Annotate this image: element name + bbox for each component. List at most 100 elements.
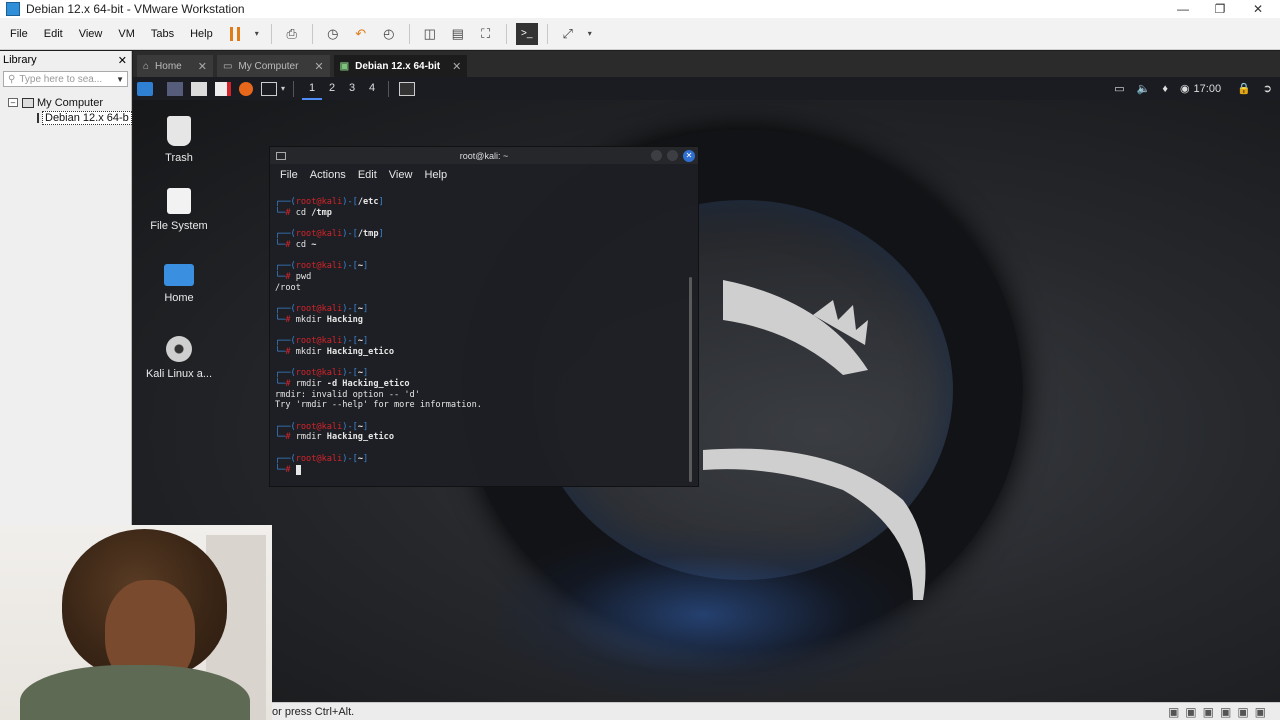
collapse-icon[interactable]: – [8,98,18,107]
restore-icon[interactable]: ❐ [1202,0,1238,18]
close-tab-icon[interactable]: ✕ [198,60,207,73]
chevron-down-icon[interactable]: ▾ [252,23,262,45]
close-tab-icon[interactable]: ✕ [314,60,323,73]
firefox-icon[interactable] [239,81,253,96]
clock[interactable]: 17:00 [1194,83,1222,95]
logout-icon[interactable]: ➲ [1263,82,1272,95]
menu-tabs[interactable]: Tabs [143,28,182,40]
prompt-frame: ┌──( [275,261,296,272]
desktop-icon-label: Trash [165,152,193,164]
tab-debian-vm[interactable]: ▣ Debian 12.x 64-bit ✕ [333,55,468,77]
chevron-down-icon[interactable]: ▼ [116,75,124,84]
tree-node-my-computer[interactable]: – My Computer [0,95,131,110]
close-tab-icon[interactable]: ✕ [452,60,461,73]
notifications-icon[interactable]: ♦ [1162,83,1168,95]
prompt-hash: # [285,464,296,475]
desktop-icon-home[interactable]: Home [134,264,224,304]
tab-my-computer[interactable]: ▭ My Computer ✕ [216,55,330,77]
show-desktop-icon[interactable] [167,81,183,96]
toolbar-divider [270,23,272,44]
menu-file[interactable]: File [2,28,36,40]
command-name: mkdir [295,314,327,325]
snapshot-manager-icon[interactable]: ◴ [378,23,400,45]
terminal-prompt-line: ┌──(root@kali)-[~] [275,304,685,315]
tree-node-vm[interactable]: Debian 12.x 64-b [0,110,132,125]
terminal-prompt-line: ┌──(root@kali)-[~] [275,261,685,272]
command-args: Hacking [326,314,363,325]
chevron-down-icon[interactable]: ▾ [585,23,595,45]
menu-help[interactable]: Help [182,28,221,40]
library-view-icon[interactable]: ◫ [419,23,441,45]
prompt-frame: └─ [275,432,286,443]
prompt-frame: )-[ [342,304,358,315]
workspace-3[interactable]: 3 [342,77,362,100]
terminal-output[interactable]: ┌──(root@kali)-[/etc] └─# cd /tmp ┌──(roo… [275,197,685,475]
terminal-window[interactable]: root@kali: ~ ✕ File Actions Edit View He… [269,146,699,487]
prompt-frame: └─ [275,346,286,357]
display-icon[interactable]: ▭ [1114,82,1124,95]
desktop-icon-file-system[interactable]: File System [134,188,224,232]
snapshot-icon[interactable]: ◷ [322,23,344,45]
webcam-overlay [0,525,272,720]
workspace-1[interactable]: 1 [302,77,323,100]
menu-edit[interactable]: Edit [36,28,71,40]
close-icon[interactable]: ✕ [1240,0,1276,18]
library-search-input[interactable]: ⚲ Type here to sea... ▼ [3,71,128,87]
terminal-menu-view[interactable]: View [383,169,419,181]
pause-icon[interactable] [224,23,246,45]
minimize-icon[interactable]: — [1165,0,1201,18]
terminal-titlebar[interactable]: root@kali: ~ ✕ [270,147,698,164]
vmware-app-icon [6,2,20,16]
terminal-menu-actions[interactable]: Actions [304,169,352,181]
terminal-output-line: /root [275,282,301,293]
device-status-icons[interactable]: ▣▣▣▣▣▣ [1168,705,1272,719]
prompt-frame: ┌──( [275,229,296,240]
prompt-frame: └─ [275,464,286,475]
prompt-hash: # [285,432,296,443]
stretch-icon[interactable]: ⤢ [557,23,579,45]
computer-icon [22,97,34,108]
close-library-icon[interactable]: ✕ [118,54,127,67]
power-status-icon[interactable]: ◉ [1180,82,1190,95]
menu-vm[interactable]: VM [110,28,143,40]
terminal-menu-file[interactable]: File [274,169,304,181]
prompt-hash: # [285,378,296,389]
maximize-icon[interactable] [667,150,678,161]
fullscreen-icon[interactable]: ⛶ [475,23,497,45]
terminal-menu-edit[interactable]: Edit [352,169,383,181]
close-icon[interactable]: ✕ [683,149,695,162]
desktop-icon-trash[interactable]: Trash [134,116,224,164]
terminal-command-line: └─# [275,464,685,476]
terminal-launcher-icon[interactable] [261,81,277,96]
send-keys-icon[interactable]: ⎙ [281,23,303,45]
open-window-terminal-icon[interactable] [399,81,416,96]
menu-view[interactable]: View [71,28,111,40]
minimize-icon[interactable] [651,150,662,161]
chevron-down-icon[interactable]: ▾ [281,84,285,93]
volume-icon[interactable]: 🔈 [1137,82,1151,95]
text-editor-icon[interactable] [215,81,231,96]
prompt-hash: # [285,239,296,250]
prompt-hash: # [285,207,296,218]
revert-snapshot-icon[interactable]: ↶ [350,23,372,45]
terminal-prompt-line: ┌──(root@kali)-[~] [275,368,685,379]
terminal-menu-help[interactable]: Help [418,169,453,181]
prompt-frame: ] [363,368,369,379]
lock-icon[interactable]: 🔒 [1237,82,1251,95]
prompt-frame: )-[ [342,197,358,207]
console-view-icon[interactable]: >_ [515,22,538,45]
workspace-2[interactable]: 2 [322,77,342,100]
desktop-icon-kali-disc[interactable]: Kali Linux a... [134,336,224,380]
terminal-scrollbar[interactable] [689,277,692,482]
thumbnail-view-icon[interactable]: ▤ [447,23,469,45]
webcam-shirt [20,665,250,720]
window-title: Debian 12.x 64-bit - VMware Workstation [26,2,245,16]
tab-home[interactable]: ⌂ Home ✕ [137,55,213,77]
prompt-frame: └─ [275,314,286,325]
kali-menu-icon[interactable] [137,81,153,96]
tree-node-label: Debian 12.x 64-b [42,110,132,125]
workspace-4[interactable]: 4 [362,77,382,100]
file-manager-icon[interactable] [191,81,207,96]
